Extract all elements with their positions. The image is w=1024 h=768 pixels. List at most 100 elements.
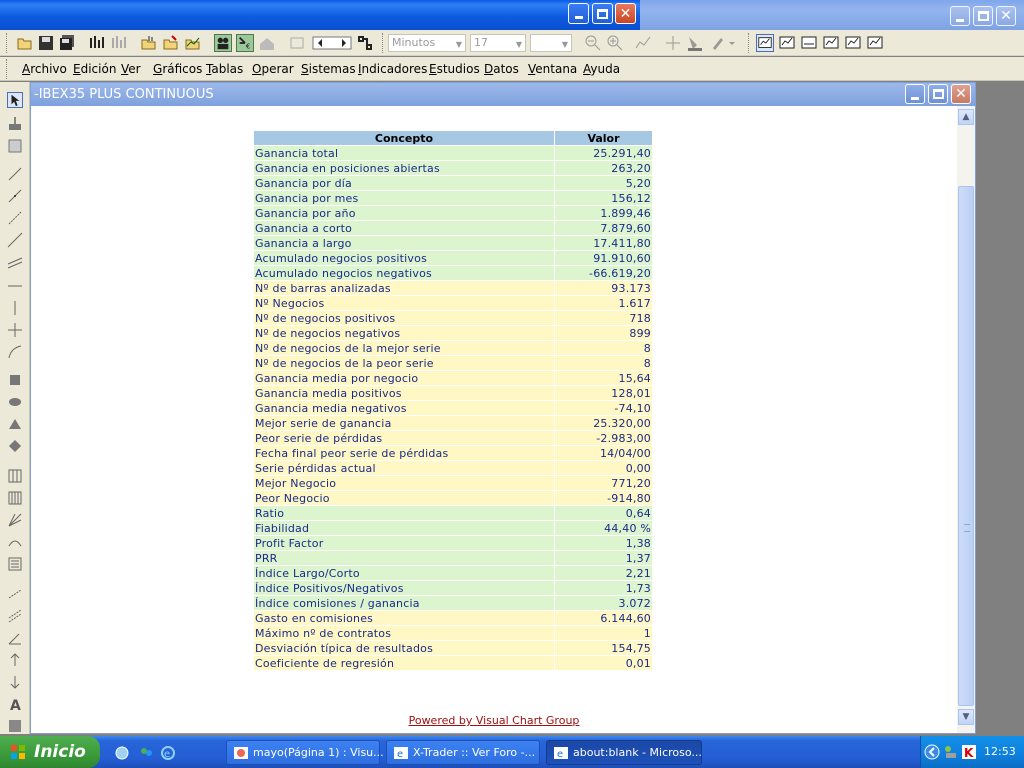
menu-sistemas[interactable]: Sistemas	[301, 62, 356, 76]
zoom-in-icon[interactable]	[606, 34, 624, 52]
line-tool-icon[interactable]	[7, 166, 23, 182]
quicklaunch-ie-icon[interactable]: e	[160, 745, 176, 761]
report-close-button[interactable]: ✕	[951, 84, 971, 104]
folder-system-icon[interactable]	[162, 34, 180, 52]
menu-ver[interactable]: Ver	[121, 62, 141, 76]
scroll-thumb[interactable]	[958, 186, 974, 706]
speed-lines-icon[interactable]	[7, 534, 23, 550]
menu-ayuda[interactable]: Ayuda	[583, 62, 620, 76]
connect-icon[interactable]	[356, 34, 374, 52]
vertical-scrollbar[interactable]: ▲ ▼	[957, 106, 975, 733]
maximize-button[interactable]	[592, 3, 613, 24]
network-icon[interactable]	[943, 744, 959, 760]
triangle-tool-icon[interactable]	[7, 416, 23, 432]
toolbar-grip[interactable]	[382, 33, 385, 53]
text-block-icon[interactable]	[7, 556, 23, 572]
window-layout-2-icon[interactable]	[778, 34, 796, 52]
child-restore-button[interactable]	[973, 6, 993, 26]
horizontal-line-icon[interactable]	[7, 278, 23, 294]
cross-line-icon[interactable]	[7, 322, 23, 338]
regression-tool-icon[interactable]	[7, 586, 23, 602]
main-window-titlebar[interactable]: ✕ ✕	[0, 0, 1024, 30]
child-close-button[interactable]: ✕	[996, 6, 1016, 26]
taskbar-item-aboutblank[interactable]: e about:blank - Microso...	[546, 740, 702, 765]
zoom-out-icon[interactable]	[584, 34, 602, 52]
concept-cell: Ganancia total	[253, 145, 555, 161]
menu-graficos[interactable]: Gráficos	[153, 62, 202, 76]
scroll-controls-icon[interactable]	[312, 34, 352, 52]
menu-grip[interactable]	[6, 59, 9, 79]
scroll-down-button[interactable]: ▼	[958, 709, 974, 725]
blank-select[interactable]: ▼	[530, 34, 572, 52]
minimize-button[interactable]	[568, 3, 589, 24]
crosshair-tool-icon[interactable]	[7, 116, 23, 132]
trendline-tool-icon[interactable]	[7, 188, 23, 204]
folder-chart-icon[interactable]	[140, 34, 158, 52]
ray-tool-icon[interactable]	[7, 210, 23, 226]
angle-tool-icon[interactable]	[7, 630, 23, 646]
diamond-tool-icon[interactable]	[7, 438, 23, 454]
menu-archivo[interactable]: Archivo	[22, 62, 67, 76]
menu-edicion[interactable]: Edición	[73, 62, 116, 76]
window-layout-1-icon[interactable]	[756, 34, 774, 52]
arc-tool-icon[interactable]	[7, 344, 23, 360]
channel-tool-icon[interactable]	[7, 254, 23, 270]
folder-indicator-icon[interactable]	[184, 34, 202, 52]
vertical-line-icon[interactable]	[7, 300, 23, 316]
sell-arrow-icon[interactable]	[7, 674, 23, 690]
trading-icon[interactable]: €	[236, 34, 254, 52]
rectangle-tool-icon[interactable]	[7, 372, 23, 388]
period-select[interactable]: 17 ▼	[470, 34, 526, 52]
start-button[interactable]: Inicio	[0, 736, 100, 768]
text-tool-icon[interactable]: A	[7, 696, 23, 712]
fibonacci-fan-icon[interactable]	[7, 468, 23, 484]
taskbar-item-mayo[interactable]: mayo(Página 1) : Visu...	[226, 740, 384, 765]
window-layout-6-icon[interactable]	[866, 34, 884, 52]
report-maximize-button[interactable]	[928, 84, 948, 104]
tray-expand-icon[interactable]	[924, 744, 940, 760]
fibonacci-retracement-icon[interactable]	[7, 490, 23, 506]
erase-tool-icon[interactable]	[7, 718, 23, 734]
save-icon[interactable]	[37, 34, 55, 52]
menu-indicadores[interactable]: Indicadores	[358, 62, 427, 76]
table-row: Acumulado negocios positivos 91.910,60	[253, 250, 653, 266]
cursor-icon[interactable]	[664, 34, 682, 52]
menu-tablas[interactable]: Tablas	[206, 62, 243, 76]
close-button[interactable]: ✕	[615, 3, 636, 24]
child-minimize-button[interactable]	[950, 6, 970, 26]
fill-icon[interactable]	[686, 34, 704, 52]
ellipse-tool-icon[interactable]	[7, 394, 23, 410]
toolbar-grip[interactable]	[748, 33, 751, 53]
window-layout-4-icon[interactable]	[822, 34, 840, 52]
report-minimize-button[interactable]	[905, 84, 925, 104]
open-folder-icon[interactable]	[16, 34, 34, 52]
ie-icon: e	[394, 747, 408, 760]
buy-arrow-icon[interactable]	[7, 652, 23, 668]
quicklaunch-messenger-icon[interactable]	[138, 745, 154, 761]
powered-by-link[interactable]: Powered by Visual Chart Group	[31, 714, 957, 727]
window-layout-3-icon[interactable]	[800, 34, 818, 52]
gann-tool-icon[interactable]	[7, 512, 23, 528]
taskbar-item-xtrader[interactable]: e X-Trader :: Ver Foro -...	[386, 740, 540, 765]
pen-color-icon[interactable]	[710, 34, 736, 52]
quicklaunch-app-icon[interactable]	[114, 745, 130, 761]
menu-datos[interactable]: Datos	[484, 62, 519, 76]
pointer-icon[interactable]	[7, 92, 23, 108]
window-layout-5-icon[interactable]	[844, 34, 862, 52]
report-window-titlebar[interactable]: -IBEX35 PLUS CONTINUOUS ✕	[31, 83, 975, 106]
menu-operar[interactable]: Operar	[252, 62, 294, 76]
people-icon[interactable]	[214, 34, 232, 52]
menu-ventana[interactable]: Ventana	[528, 62, 577, 76]
menu-estudios[interactable]: Estudios	[429, 62, 480, 76]
save-all-icon[interactable]	[58, 34, 76, 52]
toolbar-grip[interactable]	[6, 33, 9, 53]
scroll-up-button[interactable]: ▲	[958, 109, 974, 125]
chart-style-icon[interactable]	[634, 34, 652, 52]
value-cell: 3.072	[554, 595, 653, 611]
regression-channel-icon[interactable]	[7, 608, 23, 624]
antivirus-icon[interactable]: K	[961, 744, 977, 760]
timeframe-select[interactable]: Minutos ▼	[388, 34, 466, 52]
extended-line-icon[interactable]	[7, 232, 23, 248]
bar-chart-icon[interactable]	[88, 34, 106, 52]
grid-tool-icon[interactable]	[7, 138, 23, 154]
